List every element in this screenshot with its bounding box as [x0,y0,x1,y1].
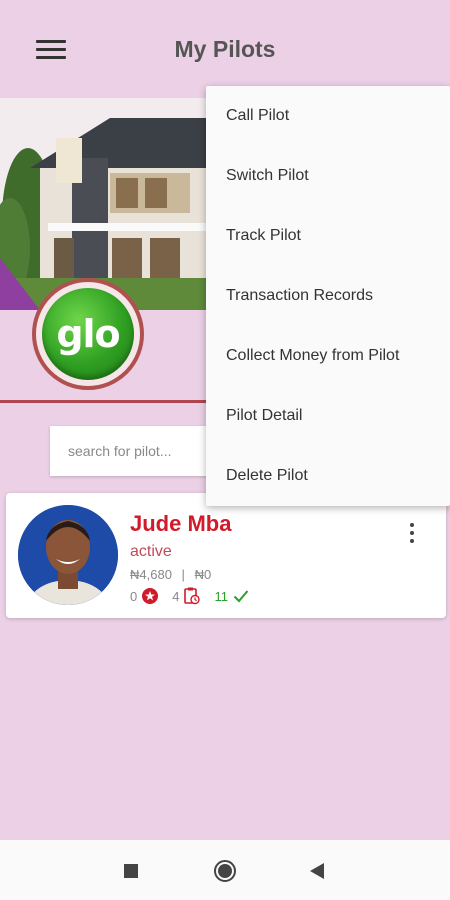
pilot-name[interactable]: Jude Mba [130,511,231,537]
menu-item-switch-pilot[interactable]: Switch Pilot [206,146,450,206]
pilot-owed: ₦0 [194,567,212,582]
star-badge-icon [142,588,159,604]
recents-square-icon[interactable] [124,864,138,883]
home-circle-icon[interactable] [213,859,237,888]
page-title: My Pilots [174,36,276,62]
menu-item-collect-money[interactable]: Collect Money from Pilot [206,326,450,386]
balance-separator: | [181,567,185,582]
system-nav-bar [0,840,450,900]
menu-item-transaction-records[interactable]: Transaction Records [206,266,450,326]
pilot-avatar [18,505,118,605]
menu-item-track-pilot[interactable]: Track Pilot [206,206,450,266]
glo-logo-text: glo [56,312,120,356]
pending-stat: 4 [172,587,201,605]
pilot-status: active [130,543,172,560]
back-triangle-icon[interactable] [310,863,324,884]
glo-logo: glo [32,278,144,390]
clipboard-clock-icon [184,587,201,605]
pilot-balance: ₦4,680 [130,567,172,582]
completed-count: 11 [214,588,228,604]
pilot-stats: 0 4 11 [130,587,263,605]
check-icon [233,590,249,603]
glo-logo-ball: glo [42,288,134,380]
menu-item-pilot-detail[interactable]: Pilot Detail [206,386,450,446]
app-bar: My Pilots [0,0,450,100]
rating-count: 0 [130,588,138,604]
menu-item-delete-pilot[interactable]: Delete Pilot [206,446,450,506]
menu-item-call-pilot[interactable]: Call Pilot [206,86,450,146]
pending-count: 4 [172,588,180,604]
more-options-icon[interactable] [408,523,416,545]
completed-stat: 11 [214,589,249,604]
pilot-context-menu: Call Pilot Switch Pilot Track Pilot Tran… [206,86,450,506]
pilot-card[interactable]: Jude Mba active ₦4,680 | ₦0 0 4 11 [6,493,446,618]
rating-stat: 0 [130,588,159,604]
pilot-balances: ₦4,680 | ₦0 [130,567,211,582]
